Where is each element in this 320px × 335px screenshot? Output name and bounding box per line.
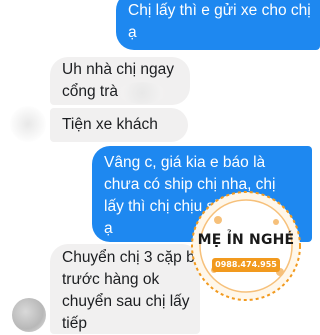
message-line: Chuyển chị 3 cặp bé [62,249,204,266]
incoming-message-3[interactable]: Tiện xe khách [50,108,188,142]
brand-watermark-logo: MẸ ỈN NGHÉ 0988.474.955 [190,190,302,302]
message-line: Uh nhà chị ngay [62,61,175,78]
message-line: tiếp [62,315,87,332]
sender-avatar-blurred [10,106,46,142]
message-line: Vâng c, giá kia e báo là [104,154,266,171]
message-line: Chị lấy thì e gửi xe cho chị [128,2,311,19]
watermark-brand-text: MẸ ỈN NGHÉ [197,232,295,248]
message-line: Tiện xe khách [62,116,158,133]
message-line: trước hàng ok [62,271,160,288]
sender-avatar[interactable] [12,298,46,332]
message-line: chuyển sau chị lấy [62,293,190,310]
outgoing-message-1[interactable]: Chị lấy thì e gửi xe cho chị ạ [116,0,320,50]
incoming-message-5[interactable]: Chuyển chị 3 cặp bé trước hàng ok chuyển… [50,244,204,334]
watermark-phone-text: 0988.474.955 [215,260,277,269]
redaction-blur [118,82,166,104]
message-line: ạ [128,24,137,41]
